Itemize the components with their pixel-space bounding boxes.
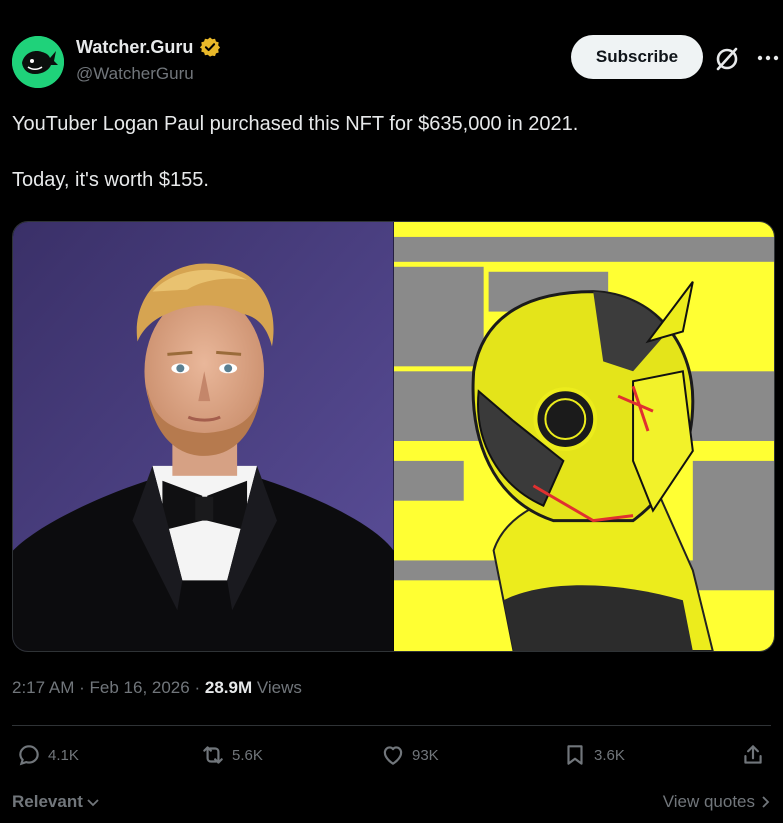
share-button[interactable] <box>740 742 766 768</box>
reply-button[interactable]: 4.1K <box>16 742 79 768</box>
more-options-icon[interactable] <box>754 44 782 72</box>
logan-paul-photo[interactable] <box>13 222 394 651</box>
nft-artwork[interactable] <box>393 222 774 651</box>
tweet-line-2: Today, it's worth $155. <box>12 169 209 191</box>
nft-image <box>393 222 774 651</box>
bookmark-icon <box>567 745 583 765</box>
like-button[interactable]: 93K <box>380 742 439 768</box>
tweet-header: Watcher.Guru @WatcherGuru Subscribe <box>12 34 779 90</box>
chevron-down-icon <box>87 799 99 807</box>
tweet-meta: 2:17 AM · Feb 16, 2026 · 28.9M Views <box>12 678 302 698</box>
repost-count: 5.6K <box>232 746 263 764</box>
tweet-text: YouTuber Logan Paul purchased this NFT f… <box>12 110 772 194</box>
relevant-sort-button[interactable]: Relevant <box>12 792 101 812</box>
repost-button[interactable]: 5.6K <box>200 742 263 768</box>
meta-separator-2: · <box>194 678 201 697</box>
view-quotes-link[interactable]: View quotes <box>663 792 771 812</box>
subscribe-button[interactable]: Subscribe <box>571 35 703 79</box>
meta-separator: · <box>79 678 85 697</box>
display-name[interactable]: Watcher.Guru <box>76 37 193 58</box>
heart-icon <box>383 746 403 765</box>
like-count: 93K <box>412 746 439 764</box>
tweet-footer: Relevant View quotes <box>12 788 771 816</box>
bookmark-button[interactable]: 3.6K <box>562 742 625 768</box>
views-count: 28.9M <box>204 678 253 697</box>
avatar[interactable] <box>12 36 64 88</box>
reply-icon <box>19 745 39 766</box>
tweet-media[interactable] <box>12 221 775 652</box>
portrait-image <box>13 222 394 651</box>
verified-badge-icon[interactable] <box>199 36 221 58</box>
handle[interactable]: @WatcherGuru <box>76 64 221 84</box>
tweet-time[interactable]: 2:17 AM <box>12 678 74 697</box>
whale-logo-icon <box>12 36 64 88</box>
account-names: Watcher.Guru @WatcherGuru <box>76 36 221 84</box>
reply-count: 4.1K <box>48 746 79 764</box>
share-icon <box>744 745 762 764</box>
tweet-date[interactable]: Feb 16, 2026 <box>90 678 190 697</box>
tweet-line-1: YouTuber Logan Paul purchased this NFT f… <box>12 113 579 135</box>
divider <box>12 725 771 726</box>
action-bar: 4.1K 5.6K 93K 3.6K <box>12 742 771 778</box>
grok-icon[interactable] <box>712 44 742 74</box>
relevant-label: Relevant <box>12 792 83 811</box>
chevron-right-icon <box>762 796 770 808</box>
bookmark-count: 3.6K <box>594 746 625 764</box>
view-quotes-label: View quotes <box>662 792 755 811</box>
display-name-row[interactable]: Watcher.Guru <box>76 36 221 58</box>
repost-icon <box>203 746 223 764</box>
views-label: Views <box>256 678 302 697</box>
